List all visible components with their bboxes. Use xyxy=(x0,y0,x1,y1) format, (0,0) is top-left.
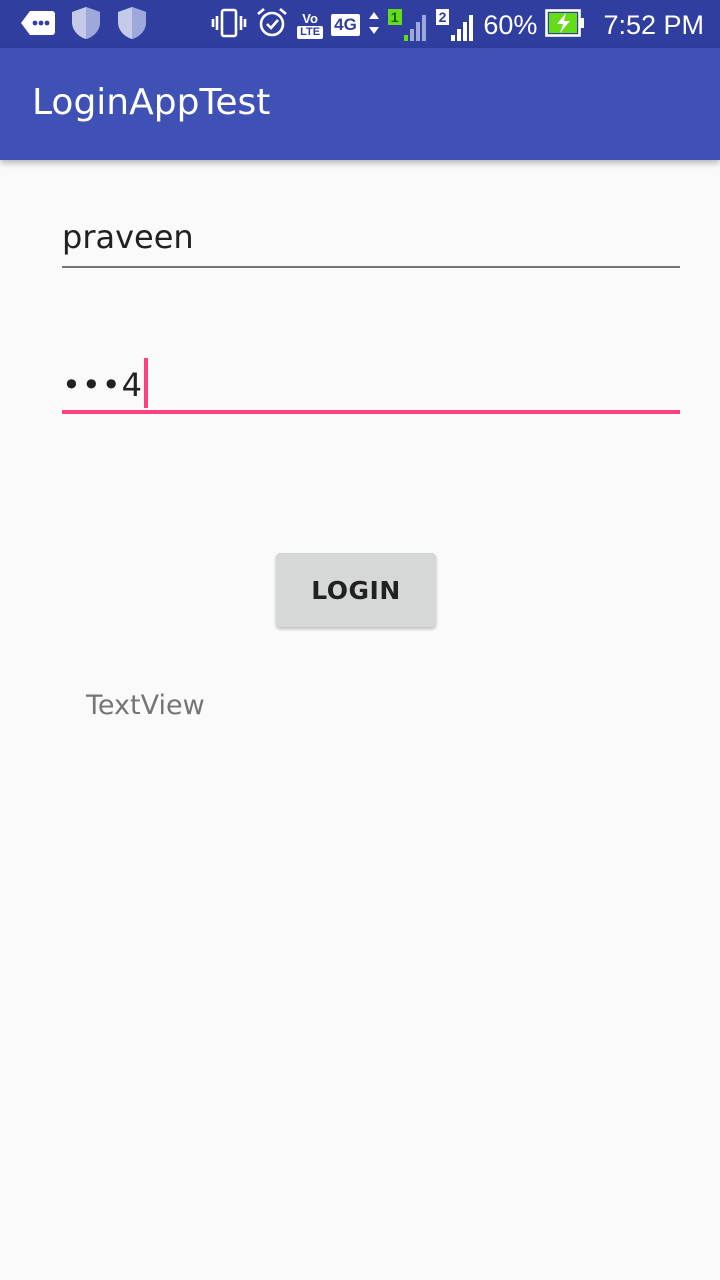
app-title: LoginAppTest xyxy=(32,82,271,123)
volte-top-label: Vo xyxy=(302,10,318,26)
username-value: praveen xyxy=(62,218,194,256)
alarm-icon xyxy=(255,6,289,44)
battery-percent: 60% xyxy=(483,9,538,40)
shield-icon xyxy=(70,6,102,44)
sim2-signal: 2 xyxy=(435,9,476,41)
network-type: 4G xyxy=(331,14,360,36)
battery-charging-icon xyxy=(545,9,585,41)
sim2-label: 2 xyxy=(435,9,450,25)
password-value: •••4 xyxy=(62,358,148,412)
text-cursor xyxy=(143,358,148,408)
data-arrows-icon xyxy=(368,10,380,40)
sim1-signal: 1 xyxy=(387,9,428,41)
sim1-label: 1 xyxy=(387,9,402,25)
signal-icon xyxy=(403,15,426,41)
password-masked-text: •••4 xyxy=(62,366,143,404)
volte-indicator: Vo LTE xyxy=(297,10,324,39)
shield-icon xyxy=(116,6,148,44)
signal-icon xyxy=(451,15,474,41)
app-bar: LoginAppTest xyxy=(0,48,720,160)
login-button[interactable]: LOGIN xyxy=(276,553,436,627)
username-underline xyxy=(62,266,680,268)
volte-bottom-label: LTE xyxy=(297,25,324,39)
vibrate-icon xyxy=(211,7,247,43)
password-field[interactable]: •••4 xyxy=(62,352,680,414)
result-textview: TextView xyxy=(86,690,205,721)
username-field[interactable]: praveen xyxy=(62,214,680,268)
password-underline xyxy=(62,410,680,414)
status-bar: Vo LTE 4G 1 2 60% 7:52 PM xyxy=(0,0,720,48)
clock: 7:52 PM xyxy=(603,9,704,40)
status-icons: Vo LTE 4G 1 2 60% 7:52 PM xyxy=(211,6,704,44)
notification-area xyxy=(20,6,148,44)
message-icon xyxy=(20,8,56,42)
